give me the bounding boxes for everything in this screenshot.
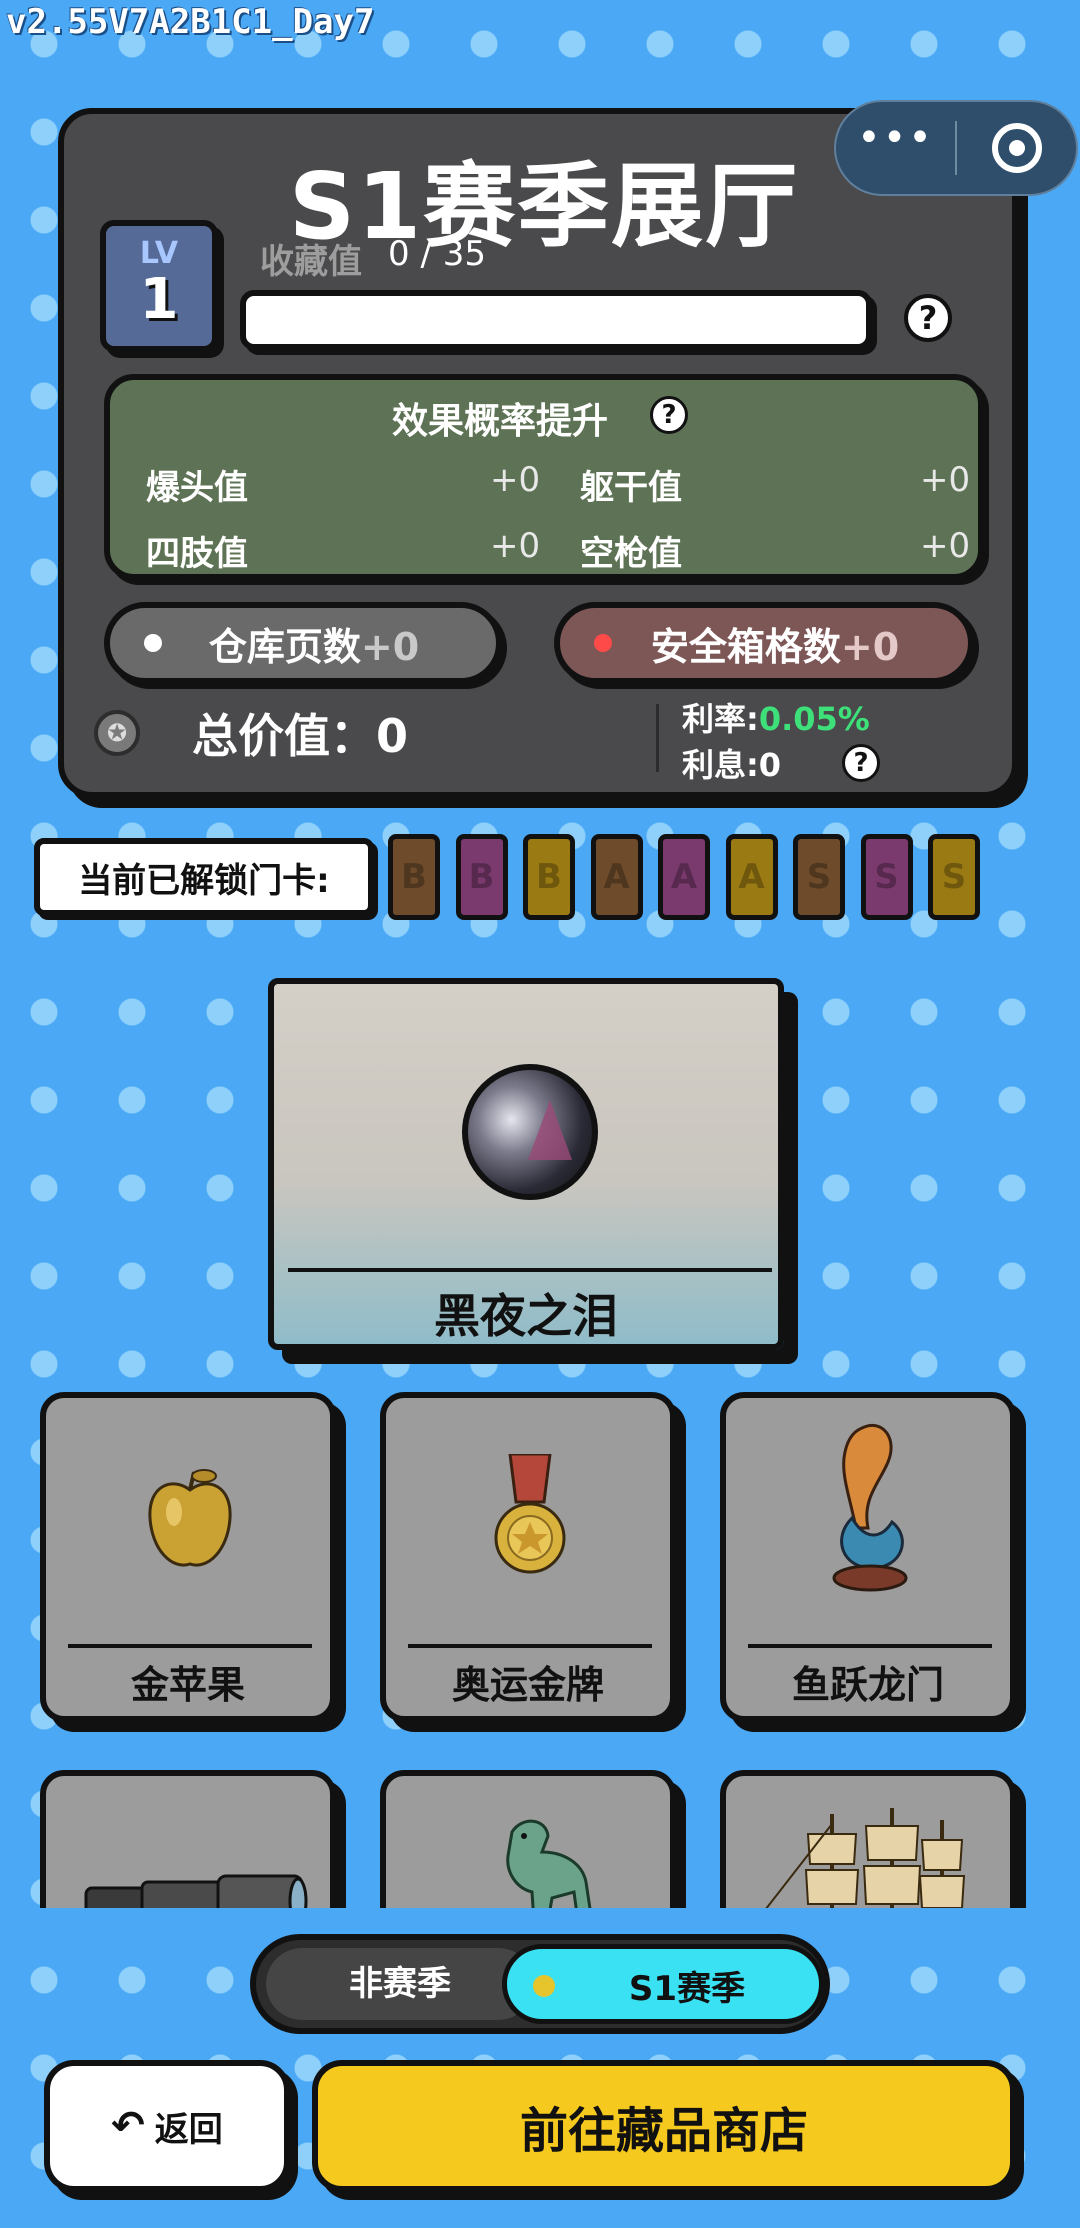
item-divider xyxy=(748,1644,992,1648)
key-card-s: S xyxy=(860,834,913,920)
collection-item[interactable]: 鱼跃龙门 xyxy=(720,1392,1016,1722)
collect-help-icon[interactable]: ? xyxy=(904,294,952,342)
key-card-b: B xyxy=(388,834,440,920)
warehouse-label: 仓库页数 xyxy=(208,624,361,669)
back-button[interactable]: ↶ 返回 xyxy=(44,2060,290,2192)
key-card-s: S xyxy=(793,834,845,920)
key-card-s: S xyxy=(928,834,980,920)
key-card-a: A xyxy=(725,834,778,920)
warehouse-dot-icon xyxy=(144,634,162,652)
stat-value-miss: +0 xyxy=(920,526,971,566)
collection-grid[interactable]: 金苹果 奥运金牌 鱼跃龙门 xyxy=(0,1360,1080,1908)
collect-label: 收藏值 xyxy=(260,242,362,282)
key-card-a: A xyxy=(658,834,710,920)
key-card-b: B xyxy=(523,834,575,920)
safebox-value: +0 xyxy=(840,624,900,669)
collection-item[interactable] xyxy=(380,1770,676,1908)
season-toggle[interactable]: 非赛季 S1赛季 xyxy=(250,1934,830,2034)
featured-item-name: 黑夜之泪 xyxy=(434,1289,618,1343)
interest-amount: 利息:0 xyxy=(682,746,782,784)
miniprogram-capsule: ••• xyxy=(834,100,1078,196)
safebox-dot-icon xyxy=(594,634,612,652)
effect-help-icon[interactable]: ? xyxy=(650,396,688,434)
effect-title: 效果概率提升 xyxy=(391,401,608,442)
sailing-ship-icon xyxy=(765,1808,966,1908)
key-card-b: B xyxy=(455,834,508,920)
jade-horse-icon xyxy=(506,1819,592,1908)
effect-panel: 效果概率提升 ? 爆头值 +0 躯干值 +0 四肢值 +0 空枪值 +0 xyxy=(104,374,984,580)
back-label: 返回 xyxy=(154,2109,223,2150)
collect-progress-bar xyxy=(240,290,872,350)
interest-help-icon[interactable]: ? xyxy=(842,744,880,782)
more-icon[interactable]: ••• xyxy=(836,118,955,178)
tab-s1-season-label: S1赛季 xyxy=(628,1969,746,2009)
stat-value-torso: +0 xyxy=(920,460,971,500)
unlocked-cards-label: 当前已解锁门卡: xyxy=(34,838,374,916)
stat-label-miss: 空枪值 xyxy=(580,534,682,574)
gold-medal-icon xyxy=(494,1454,566,1574)
rate-value: 0.05% xyxy=(758,700,870,738)
divider xyxy=(656,704,659,772)
close-target-icon[interactable] xyxy=(957,123,1076,173)
shop-label: 前往藏品商店 xyxy=(519,2103,808,2159)
item-divider xyxy=(68,1644,312,1648)
item-divider xyxy=(408,1644,652,1648)
season-hall-panel: S1赛季展厅 LV 1 收藏值 0 / 35 ? 效果概率提升 ? 爆头值 +0… xyxy=(58,108,1018,798)
level-label: LV xyxy=(139,236,179,271)
stat-value-headshot: +0 xyxy=(490,460,541,500)
item-name: 金苹果 xyxy=(130,1663,245,1707)
item-name: 奥运金牌 xyxy=(451,1663,604,1707)
back-arrow-icon: ↶ xyxy=(111,2103,145,2149)
stat-label-limbs: 四肢值 xyxy=(146,534,248,574)
tab-off-season[interactable]: 非赛季 xyxy=(266,1948,534,2020)
telescope-icon xyxy=(84,1874,308,1908)
collection-item[interactable]: 奥运金牌 xyxy=(380,1392,676,1722)
total-value: 总价值：0 xyxy=(192,709,409,763)
tear-of-night-gem-icon xyxy=(462,1064,598,1200)
coin-icon: ✪ xyxy=(94,710,140,756)
stat-label-headshot: 爆头值 xyxy=(146,468,248,508)
interest-rate: 利率:0.05% xyxy=(682,694,870,740)
stat-label-torso: 躯干值 xyxy=(580,468,682,508)
featured-divider xyxy=(288,1268,772,1272)
level-badge: LV 1 xyxy=(100,220,218,352)
golden-apple-icon xyxy=(148,1469,232,1567)
collection-item[interactable]: 金苹果 xyxy=(40,1392,336,1722)
collection-item[interactable] xyxy=(40,1770,336,1908)
go-to-shop-button[interactable]: 前往藏品商店 xyxy=(312,2060,1016,2192)
level-number: 1 xyxy=(139,267,179,332)
warehouse-pages-pill: 仓库页数+0 xyxy=(104,602,502,684)
warehouse-value: +0 xyxy=(360,624,420,669)
safebox-label: 安全箱格数 xyxy=(650,624,841,669)
rate-label: 利率: xyxy=(682,700,759,738)
collect-value: 0 / 35 xyxy=(388,234,486,274)
featured-item-card[interactable]: 黑夜之泪 xyxy=(268,978,784,1350)
tab-s1-season[interactable]: S1赛季 xyxy=(502,1944,824,2024)
stat-value-limbs: +0 xyxy=(490,526,541,566)
collection-item[interactable] xyxy=(720,1770,1016,1908)
safebox-slots-pill: 安全箱格数+0 xyxy=(554,602,974,684)
key-card-a: A xyxy=(590,834,643,920)
koi-statue-icon xyxy=(832,1423,908,1592)
selected-dot-icon xyxy=(533,1975,555,1997)
item-name: 鱼跃龙门 xyxy=(791,1663,944,1707)
version-label: v2.55V7A2B1C1_Day7 xyxy=(6,2,375,42)
